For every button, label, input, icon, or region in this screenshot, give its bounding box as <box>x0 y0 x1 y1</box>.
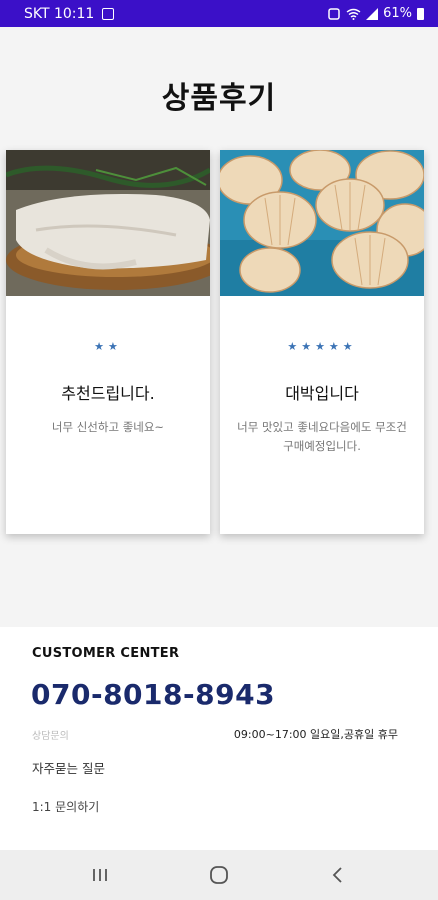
scallop-photo <box>220 150 424 296</box>
fish-photo <box>6 150 210 296</box>
inquiry-link[interactable]: 1:1 문의하기 <box>32 798 99 815</box>
phone-number[interactable]: 070-8018-8943 <box>31 678 275 711</box>
home-button[interactable] <box>199 855 239 895</box>
rating-stars: ★★★★★ <box>287 340 357 353</box>
review-section: 상품후기 ★★ 추천드립니다. 너무 신선하고 좋네요~ ★★★★★ 대박입니다… <box>0 27 438 627</box>
recent-apps-icon <box>92 869 107 881</box>
rating-stars: ★★ <box>94 340 122 353</box>
back-button[interactable] <box>318 855 358 895</box>
customer-center: CUSTOMER CENTER 070-8018-8943 상담문의 09:00… <box>0 627 438 850</box>
back-icon <box>333 867 342 883</box>
faq-link[interactable]: 자주묻는 질문 <box>32 758 105 777</box>
consult-label: 상담문의 <box>32 731 69 742</box>
status-carrier-time: SKT 10:11 <box>24 5 95 22</box>
wifi-icon <box>346 8 361 20</box>
battery-icon <box>417 7 424 20</box>
battery-percent: 61% <box>383 6 412 21</box>
customer-center-label: CUSTOMER CENTER <box>32 646 180 661</box>
review-card[interactable]: ★★★★★ 대박입니다 너무 맛있고 좋네요다음에도 무조건 구매예정입니다. <box>220 150 424 534</box>
review-title: 대박입니다 <box>285 384 359 403</box>
review-card[interactable]: ★★ 추천드립니다. 너무 신선하고 좋네요~ <box>6 150 210 534</box>
alarm-icon <box>328 7 340 20</box>
review-text: 너무 신선하고 좋네요~ <box>51 420 165 434</box>
signal-icon <box>366 7 379 20</box>
review-text: 너무 맛있고 좋네요다음에도 무조건 구매예정입니다. <box>237 420 407 453</box>
business-hours: 09:00~17:00 일요일,공휴일 휴무 <box>233 728 398 741</box>
page-title: 상품후기 <box>161 81 277 116</box>
recent-apps-button[interactable] <box>80 855 120 895</box>
system-nav-bar <box>0 850 438 900</box>
gallery-icon <box>102 7 115 20</box>
home-icon <box>210 866 228 884</box>
status-bar: SKT 10:11 61% <box>0 0 438 27</box>
review-title: 추천드립니다. <box>61 384 155 403</box>
